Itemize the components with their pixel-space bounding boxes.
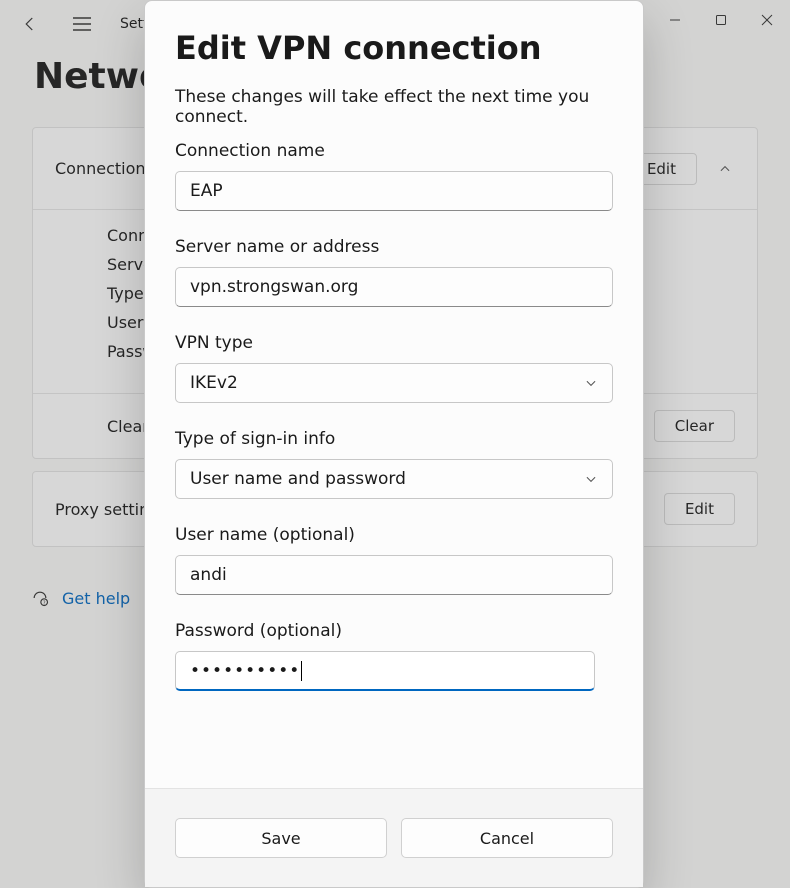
connection-name-label: Connection name xyxy=(175,141,613,161)
username-label: User name (optional) xyxy=(175,525,613,545)
signin-type-select[interactable]: User name and password xyxy=(175,459,613,499)
cancel-button[interactable]: Cancel xyxy=(401,818,613,858)
text-caret xyxy=(301,661,302,681)
vpn-type-label: VPN type xyxy=(175,333,613,353)
save-button[interactable]: Save xyxy=(175,818,387,858)
vpn-type-select[interactable]: IKEv2 xyxy=(175,363,613,403)
dialog-footer: Save Cancel xyxy=(145,788,643,887)
username-input[interactable] xyxy=(175,555,613,595)
dialog-title: Edit VPN connection xyxy=(175,29,613,67)
edit-vpn-dialog: Edit VPN connection These changes will t… xyxy=(144,0,644,888)
server-label: Server name or address xyxy=(175,237,613,257)
server-input[interactable] xyxy=(175,267,613,307)
signin-type-label: Type of sign-in info xyxy=(175,429,613,449)
password-mask: •••••••••• xyxy=(190,661,300,681)
dialog-subtitle: These changes will take effect the next … xyxy=(175,87,613,127)
password-input[interactable]: •••••••••• xyxy=(175,651,595,691)
password-label: Password (optional) xyxy=(175,621,613,641)
connection-name-input[interactable] xyxy=(175,171,613,211)
